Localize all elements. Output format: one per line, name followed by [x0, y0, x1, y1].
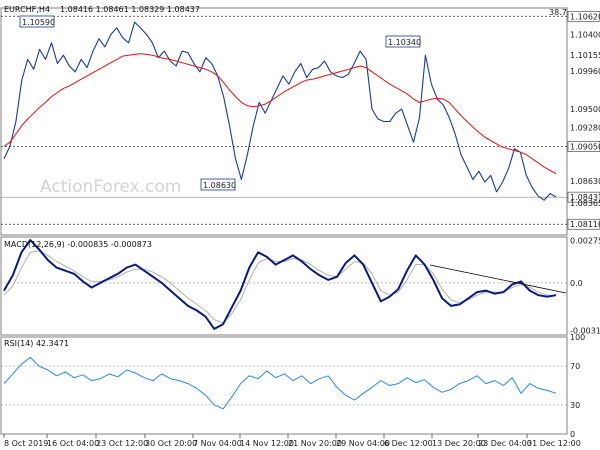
price-y-tick: 1.08630 — [570, 177, 600, 186]
price-y-tick: 1.10620 — [570, 12, 600, 21]
price-y-tick: 1.10400 — [570, 31, 600, 40]
chart-svg: 1.10620 1.10400 1.10155 1.09960 1.09500 1.092… — [0, 5, 600, 448]
rsi-y-tick: 100 — [570, 333, 585, 342]
x-tick-label: 23 Dec 04:00 — [478, 439, 532, 448]
price-y-tick: 1.08365 — [570, 199, 600, 208]
x-tick-label: 31 Dec 12:00 — [527, 439, 581, 448]
price-y-tick: 1.09050 — [570, 142, 600, 151]
price-y-tick: 1.08110 — [570, 220, 600, 229]
ma-series-line — [3, 53, 557, 175]
price-series-line — [3, 21, 557, 201]
x-tick-label: 23 Oct 12:00 — [96, 439, 148, 448]
x-tick-label: 8 Oct 2019 — [4, 439, 48, 448]
x-tick-label: 16 Oct 04:00 — [47, 439, 99, 448]
price-pane-frame — [0, 7, 568, 236]
rsi-line — [3, 356, 557, 410]
rsi-y-tick: 30 — [570, 401, 580, 410]
macd-y-tick: 0.0 — [570, 279, 583, 288]
price-y-tick: 1.10155 — [570, 51, 600, 60]
ohlc-label: 1.08416 1.08461 1.08329 1.08437 — [60, 5, 200, 14]
watermark: ActionForex.com — [40, 177, 181, 197]
price-y-tick: 1.09960 — [570, 67, 600, 76]
price-y-tick: 1.09280 — [570, 123, 600, 132]
macd-y-tick: 0.002757 — [570, 237, 600, 246]
x-tick-label: 29 Nov 04:00 — [336, 439, 390, 448]
x-tick-label: 14 Nov 12:00 — [240, 439, 294, 448]
x-tick-label: 30 Oct 20:00 — [145, 439, 197, 448]
rsi-pane-frame — [0, 336, 568, 435]
x-tick-label: 21 Nov 20:00 — [288, 439, 342, 448]
swing-label: 1.10340 — [388, 38, 421, 47]
x-tick-label: 7 Nov 04:00 — [193, 439, 242, 448]
price-y-tick: 1.09500 — [570, 105, 600, 114]
symbol-label: EURCHF,H4 — [4, 5, 50, 14]
x-tick-label: 6 Dec 12:00 — [384, 439, 433, 448]
macd-pane-frame — [0, 236, 568, 336]
rsi-y-tick: 0 — [570, 430, 575, 439]
chart-labels: 1.10620 1.10400 1.10155 1.09960 1.09500 1.092… — [4, 10, 600, 448]
rsi-title: RSI(14) 42.3471 — [4, 339, 69, 348]
rsi-y-tick: 70 — [570, 362, 580, 371]
chart-lines — [1, 15, 567, 438]
macd-line — [3, 239, 557, 330]
swing-label: 1.08630 — [203, 181, 236, 190]
macd-title: MACD(12,26,9) -0.000835 -0.000873 — [4, 240, 152, 249]
swing-label: 1.10590 — [22, 18, 55, 27]
macd-trendline — [429, 264, 567, 294]
corner-label: 38.7 — [549, 8, 567, 17]
